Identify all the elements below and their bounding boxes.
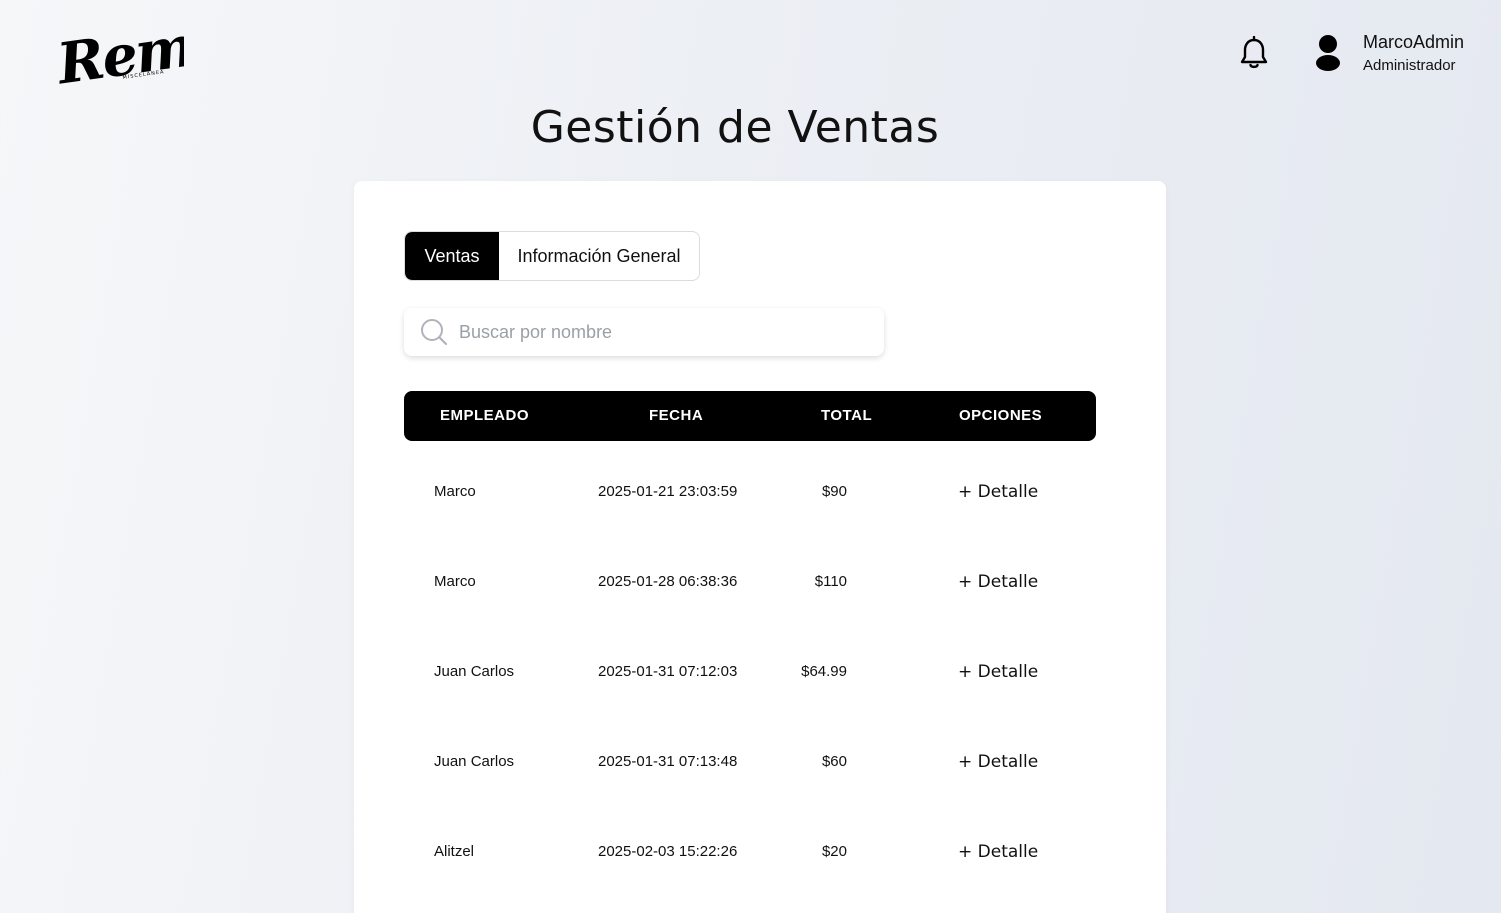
cell-total: $60	[821, 753, 847, 770]
cell-fecha: 2025-01-31 07:12:03	[598, 663, 738, 680]
cell-fecha: 2025-02-03 15:22:26	[598, 843, 738, 860]
table-header: EMPLEADO FECHA TOTAL OPCIONES	[404, 391, 1096, 441]
header-empleado: EMPLEADO	[440, 407, 530, 424]
cell-fecha: 2025-01-31 07:13:48	[598, 753, 738, 770]
header-opciones: OPCIONES	[959, 407, 1043, 424]
table-row: Juan Carlos 2025-01-31 07:13:48 $60 + De…	[404, 753, 1096, 843]
tab-ventas[interactable]: Ventas	[405, 232, 499, 280]
detalle-button[interactable]: + Detalle	[958, 843, 1038, 861]
cell-empleado: Juan Carlos	[434, 663, 515, 680]
cell-empleado: Marco	[434, 483, 476, 500]
user-avatar-icon[interactable]	[1313, 34, 1343, 72]
cell-empleado: Alitzel	[434, 843, 475, 860]
svg-text:Remi: Remi	[54, 20, 184, 92]
search-icon	[421, 319, 448, 346]
user-name: MarcoAdmin	[1363, 32, 1465, 52]
header-total: TOTAL	[821, 407, 873, 424]
detalle-button[interactable]: + Detalle	[958, 483, 1038, 501]
cell-total: $64.99	[801, 663, 848, 680]
cell-fecha: 2025-01-21 23:03:59	[598, 483, 738, 500]
tab-bar: Ventas Información General	[404, 231, 700, 281]
search-box	[404, 308, 884, 356]
brand-logo[interactable]: Remi MISCELÁNEA	[54, 20, 184, 92]
table-row: Alitzel 2025-02-03 15:22:26 $20 + Detall…	[404, 843, 1096, 913]
remi-logo-icon: Remi MISCELÁNEA	[54, 20, 184, 92]
cell-empleado: Juan Carlos	[434, 753, 515, 770]
cell-total: $90	[821, 483, 847, 500]
detalle-button[interactable]: + Detalle	[958, 753, 1038, 771]
cell-fecha: 2025-01-28 06:38:36	[598, 573, 738, 590]
tab-informacion-general[interactable]: Información General	[499, 232, 699, 280]
bell-icon[interactable]	[1238, 35, 1270, 70]
cell-total: $20	[821, 843, 847, 860]
table-row: Marco 2025-01-21 23:03:59 $90 + Detalle	[404, 483, 1096, 573]
cell-total: $110	[814, 573, 848, 590]
detalle-button[interactable]: + Detalle	[958, 573, 1038, 591]
header-fecha: FECHA	[649, 407, 704, 424]
user-role: Administrador	[1363, 57, 1456, 74]
table-row: Juan Carlos 2025-01-31 07:12:03 $64.99 +…	[404, 663, 1096, 753]
sales-card: Ventas Información General EMPLEADO FECH…	[354, 181, 1166, 913]
cell-empleado: Marco	[434, 573, 476, 590]
detalle-button[interactable]: + Detalle	[958, 663, 1038, 681]
page-title: Gestión de Ventas	[530, 102, 940, 153]
table-row: Marco 2025-01-28 06:38:36 $110 + Detalle	[404, 573, 1096, 663]
search-input[interactable]	[459, 321, 859, 343]
